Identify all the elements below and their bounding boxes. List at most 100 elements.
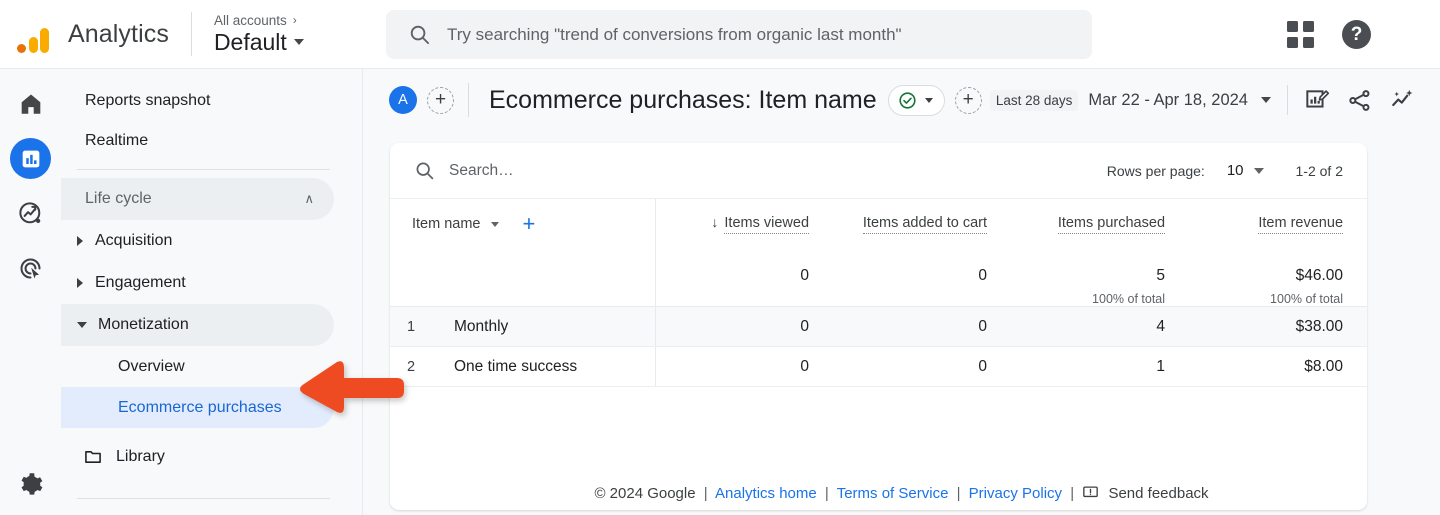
search-icon <box>408 23 431 46</box>
sidebar-item-realtime[interactable]: Realtime <box>61 121 348 161</box>
advertising-icon <box>17 255 44 282</box>
summary-value: 0 <box>656 267 810 285</box>
row-dimension[interactable]: One time success <box>432 347 655 387</box>
edit-report-icon[interactable] <box>1304 88 1329 113</box>
row-metric: 0 <box>833 307 1011 347</box>
footer-link-terms-of-service[interactable]: Terms of Service <box>837 485 949 502</box>
sort-descending-icon: ↓ <box>711 214 718 230</box>
summary-cell: 0 <box>833 253 1011 307</box>
report-table: Item name + ↓ Items viewed <box>390 199 1367 387</box>
table-toolbar: Search… Rows per page: 10 1-2 of 2 <box>390 143 1367 199</box>
home-icon <box>18 91 44 117</box>
annotation-arrow <box>293 356 405 418</box>
google-analytics-logo-icon[interactable] <box>14 15 52 53</box>
brand-name: Analytics <box>68 20 169 49</box>
summary-value: 5 <box>1011 267 1165 285</box>
sidebar-group-label: Engagement <box>95 274 186 292</box>
table-row[interactable]: 2 One time success 0 0 1 $8.00 <box>390 347 1367 387</box>
sidebar-divider <box>77 169 330 170</box>
report-status-badge[interactable] <box>888 85 945 116</box>
sidebar-group-acquisition[interactable]: Acquisition <box>61 220 334 262</box>
footer-link-analytics-home[interactable]: Analytics home <box>715 485 817 502</box>
chevron-down-icon <box>925 98 933 103</box>
check-circle-icon <box>898 91 917 110</box>
triangle-right-icon <box>77 236 83 246</box>
gear-icon <box>17 471 44 498</box>
separator: | <box>825 485 829 502</box>
metric-header-label: Item revenue <box>1258 215 1343 234</box>
divider <box>468 83 469 117</box>
sidebar-item-reports-snapshot[interactable]: Reports snapshot <box>61 81 348 121</box>
chevron-right-icon: › <box>293 13 297 27</box>
metric-header-item-revenue[interactable]: Item revenue <box>1189 199 1367 253</box>
summary-cell: 5 100% of total <box>1011 253 1189 307</box>
chevron-down-icon[interactable] <box>491 222 499 227</box>
triangle-right-icon <box>77 278 83 288</box>
sidebar-item-library[interactable]: Library <box>61 436 334 478</box>
avatar[interactable]: A <box>389 86 417 114</box>
sidebar-item-label: Realtime <box>85 132 148 150</box>
chevron-down-icon[interactable] <box>1254 168 1264 174</box>
footer: © 2024 Google | Analytics home | Terms o… <box>363 484 1440 505</box>
date-range-label[interactable]: Mar 22 - Apr 18, 2024 <box>1088 91 1248 110</box>
top-bar: Analytics All accounts › Default Try sea… <box>0 0 1440 69</box>
metric-header-label: Items viewed <box>724 215 809 234</box>
global-search-input[interactable]: Try searching "trend of conversions from… <box>386 10 1092 59</box>
row-dimension[interactable]: Monthly <box>432 307 655 347</box>
row-metric: $8.00 <box>1189 347 1367 387</box>
metric-header-items-purchased[interactable]: Items purchased <box>1011 199 1189 253</box>
sidebar-item-label: Library <box>116 448 165 466</box>
rail-item-explore[interactable] <box>10 193 51 234</box>
search-placeholder: Try searching "trend of conversions from… <box>447 25 902 45</box>
apps-grid-icon[interactable] <box>1287 21 1314 48</box>
triangle-down-icon <box>77 322 87 328</box>
rail-item-home[interactable] <box>10 83 51 124</box>
rows-per-page-value[interactable]: 10 <box>1227 162 1244 179</box>
rail-item-advertising[interactable] <box>10 248 51 289</box>
add-comparison-icon[interactable]: + <box>427 87 454 114</box>
search-icon[interactable] <box>414 160 435 181</box>
row-metric: 1 <box>1011 347 1189 387</box>
chevron-up-icon: ∧ <box>304 191 314 207</box>
table-row[interactable]: 1 Monthly 0 0 4 $38.00 <box>390 307 1367 347</box>
summary-cell: 0 <box>655 253 833 307</box>
add-filter-icon[interactable]: + <box>955 87 982 114</box>
share-icon[interactable] <box>1347 88 1372 113</box>
summary-value: $46.00 <box>1189 267 1343 285</box>
help-icon[interactable]: ? <box>1342 20 1371 49</box>
sidebar-item-label: Overview <box>118 358 185 376</box>
chevron-down-icon[interactable] <box>1261 97 1271 103</box>
left-rail <box>0 69 61 515</box>
divider <box>191 12 192 56</box>
footer-link-privacy-policy[interactable]: Privacy Policy <box>969 485 1062 502</box>
metric-header-items-added-to-cart[interactable]: Items added to cart <box>833 199 1011 253</box>
send-feedback-label[interactable]: Send feedback <box>1108 485 1208 502</box>
table-header: Item name + ↓ Items viewed <box>390 199 1367 253</box>
account-selector[interactable]: All accounts › Default <box>214 13 304 56</box>
rail-item-reports[interactable] <box>10 138 51 179</box>
sidebar-group-monetization[interactable]: Monetization <box>61 304 334 346</box>
sidebar-group-engagement[interactable]: Engagement <box>61 262 334 304</box>
dimension-header-label[interactable]: Item name <box>412 216 481 232</box>
add-dimension-icon[interactable]: + <box>523 213 536 235</box>
property-name[interactable]: Default <box>214 29 304 56</box>
row-metric: 0 <box>655 307 833 347</box>
separator: | <box>1070 485 1074 502</box>
rows-per-page-label: Rows per page: <box>1107 163 1205 179</box>
metric-header-items-viewed[interactable]: ↓ Items viewed <box>655 199 833 253</box>
summary-value: 0 <box>833 267 987 285</box>
separator: | <box>704 485 708 502</box>
all-accounts-breadcrumb[interactable]: All accounts › <box>214 13 304 28</box>
sidebar-section-life-cycle[interactable]: Life cycle ∧ <box>61 178 334 220</box>
rail-item-admin[interactable] <box>10 464 51 505</box>
insights-icon[interactable] <box>1390 87 1416 113</box>
sidebar-item-label: Reports snapshot <box>85 92 210 110</box>
explore-icon <box>17 200 44 227</box>
feedback-icon[interactable] <box>1082 484 1099 505</box>
separator: | <box>957 485 961 502</box>
table-search-input[interactable]: Search… <box>449 162 514 180</box>
copyright-label: © 2024 Google <box>594 485 695 502</box>
reports-bar-chart-icon <box>21 149 41 169</box>
summary-dimension-cell <box>390 253 655 307</box>
date-preset-chip[interactable]: Last 28 days <box>990 90 1079 111</box>
